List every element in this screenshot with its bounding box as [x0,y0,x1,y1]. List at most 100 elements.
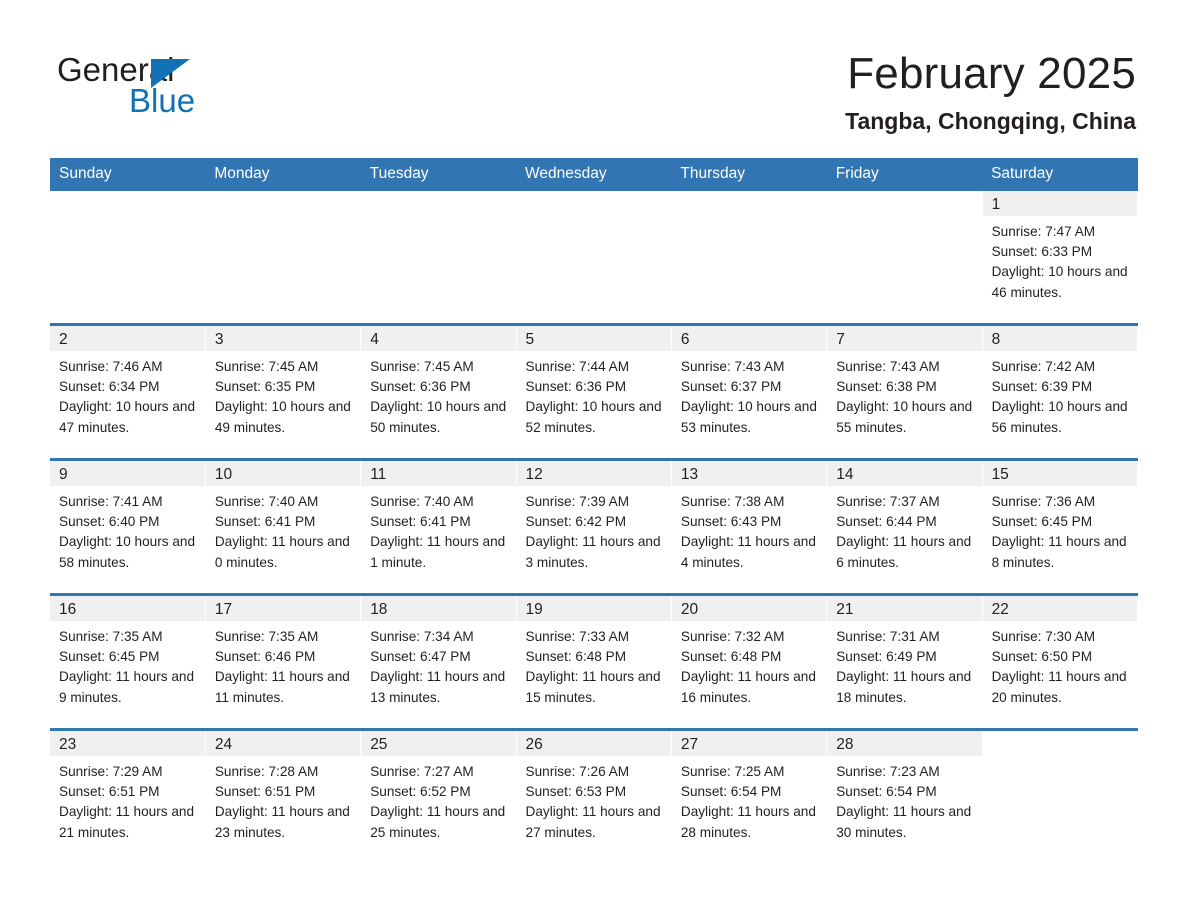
day-details: Sunrise: 7:34 AM Sunset: 6:47 PM Daylight:… [361,621,515,708]
daylight-text: Daylight: 11 hours and 28 minutes. [680,804,816,840]
sunrise-text: Sunrise: 7:31 AM [836,629,940,644]
calendar-week-row: 23 Sunrise: 7:29 AM Sunset: 6:51 PM Dayligh… [50,728,1139,863]
sunrise-text: Sunrise: 7:37 AM [836,494,940,509]
sunset-text: Sunset: 6:46 PM [214,649,316,665]
calendar-day-cell[interactable]: 22 Sunrise: 7:30 AM Sunset: 6:50 PM Dayligh… [982,593,1139,730]
day-details: Sunrise: 7:41 AM Sunset: 6:40 PM Daylight:… [50,486,204,573]
daylight-text: Daylight: 11 hours and 21 minutes. [59,804,195,840]
daylight-text: Daylight: 11 hours and 18 minutes. [836,669,972,705]
sunrise-text: Sunrise: 7:29 AM [59,764,163,779]
day-number: 7 [827,327,982,351]
day-number: 1 [982,191,1137,216]
sunset-text: Sunset: 6:36 PM [370,379,471,395]
calendar-cell-empty [50,191,206,325]
sunset-text: Sunset: 6:50 PM [991,649,1093,665]
day-details: Sunrise: 7:26 AM Sunset: 6:53 PM Daylight:… [517,756,671,843]
calendar-day-cell[interactable]: 6 Sunrise: 7:43 AM Sunset: 6:37 PM Daylight… [671,323,828,460]
sunrise-text: Sunrise: 7:35 AM [214,629,319,644]
calendar-day-cell[interactable]: 16 Sunrise: 7:35 AM Sunset: 6:45 PM Dayligh… [50,593,206,730]
calendar-day-cell[interactable]: 26 Sunrise: 7:26 AM Sunset: 6:53 PM Dayligh… [516,728,672,863]
general-blue-logo[interactable]: General Blue [57,52,317,122]
calendar-day-cell[interactable]: 8 Sunrise: 7:42 AM Sunset: 6:39 PM Daylight… [982,323,1139,460]
sunset-text: Sunset: 6:40 PM [59,514,160,530]
calendar-day-cell[interactable]: 11 Sunrise: 7:40 AM Sunset: 6:41 PM Dayligh… [360,458,517,595]
sunset-text: Sunset: 6:52 PM [370,784,471,800]
sunrise-text: Sunrise: 7:45 AM [214,359,319,374]
day-details: Sunrise: 7:32 AM Sunset: 6:48 PM Daylight:… [672,621,826,708]
day-details: Sunrise: 7:30 AM Sunset: 6:50 PM Daylight:… [983,621,1137,708]
calendar-day-cell[interactable]: 27 Sunrise: 7:25 AM Sunset: 6:54 PM Dayligh… [671,728,828,863]
calendar-day-cell[interactable]: 9 Sunrise: 7:41 AM Sunset: 6:40 PM Daylight… [50,458,206,595]
calendar-day-cell[interactable]: 28 Sunrise: 7:23 AM Sunset: 6:54 PM Dayligh… [826,728,983,863]
location-subtitle: Tangba, Chongqing, China [845,108,1136,134]
day-number: 8 [982,327,1137,351]
day-number: 2 [50,327,205,351]
day-number: 5 [516,327,671,351]
sunset-text: Sunset: 6:51 PM [214,784,316,800]
sunrise-text: Sunrise: 7:38 AM [680,494,785,509]
calendar-day-cell[interactable]: 2 Sunrise: 7:46 AM Sunset: 6:34 PM Daylight… [50,323,206,460]
daylight-text: Daylight: 10 hours and 49 minutes. [214,399,351,435]
page-header: General Blue February 2025 Tangba, Chong… [0,0,1188,150]
sunset-text: Sunset: 6:45 PM [59,649,160,665]
weekday-header-tuesday: Tuesday [360,158,517,191]
calendar-day-cell[interactable]: 14 Sunrise: 7:37 AM Sunset: 6:44 PM Dayligh… [826,458,983,595]
day-details: Sunrise: 7:45 AM Sunset: 6:36 PM Daylight:… [361,351,515,438]
calendar-day-cell[interactable]: 17 Sunrise: 7:35 AM Sunset: 6:46 PM Dayligh… [205,593,362,730]
daylight-text: Daylight: 11 hours and 23 minutes. [214,804,350,840]
day-number: 25 [361,732,516,756]
calendar-day-cell[interactable]: 25 Sunrise: 7:27 AM Sunset: 6:52 PM Dayligh… [360,728,517,863]
calendar-day-cell[interactable]: 10 Sunrise: 7:40 AM Sunset: 6:41 PM Dayligh… [205,458,362,595]
sunset-text: Sunset: 6:33 PM [991,244,1093,260]
calendar-day-cell[interactable]: 18 Sunrise: 7:34 AM Sunset: 6:47 PM Dayligh… [360,593,517,730]
weekday-header-friday: Friday [826,158,983,191]
sunset-text: Sunset: 6:43 PM [680,514,782,530]
calendar-day-cell[interactable]: 5 Sunrise: 7:44 AM Sunset: 6:36 PM Daylight… [516,323,672,460]
calendar-day-cell[interactable]: 21 Sunrise: 7:31 AM Sunset: 6:49 PM Dayligh… [826,593,983,730]
sunrise-text: Sunrise: 7:45 AM [370,359,474,374]
day-details: Sunrise: 7:38 AM Sunset: 6:43 PM Daylight:… [672,486,826,573]
calendar-cell-empty [671,191,828,325]
sunrise-text: Sunrise: 7:44 AM [525,359,630,374]
calendar-day-cell[interactable]: 3 Sunrise: 7:45 AM Sunset: 6:35 PM Daylight… [205,323,362,460]
calendar-day-cell[interactable]: 24 Sunrise: 7:28 AM Sunset: 6:51 PM Dayligh… [205,728,362,863]
day-details: Sunrise: 7:35 AM Sunset: 6:45 PM Daylight:… [50,621,204,708]
weekday-header-saturday: Saturday [982,158,1138,191]
calendar-week-row: 2 Sunrise: 7:46 AM Sunset: 6:34 PM Daylight… [50,323,1139,460]
sunset-text: Sunset: 6:42 PM [525,514,627,530]
day-details: Sunrise: 7:47 AM Sunset: 6:33 PM Daylight:… [983,216,1137,303]
daylight-text: Daylight: 11 hours and 8 minutes. [991,534,1127,570]
day-details: Sunrise: 7:42 AM Sunset: 6:39 PM Daylight:… [983,351,1137,438]
calendar-day-cell[interactable]: 4 Sunrise: 7:45 AM Sunset: 6:36 PM Daylight… [360,323,517,460]
calendar-day-cell[interactable]: 13 Sunrise: 7:38 AM Sunset: 6:43 PM Dayligh… [671,458,828,595]
day-number: 12 [516,462,671,486]
calendar-page: General Blue February 2025 Tangba, Chong… [0,0,1188,918]
day-number: 13 [671,462,826,486]
sunset-text: Sunset: 6:48 PM [525,649,627,665]
sunset-text: Sunset: 6:41 PM [370,514,471,530]
sunset-text: Sunset: 6:37 PM [680,379,782,395]
day-details: Sunrise: 7:46 AM Sunset: 6:34 PM Daylight:… [50,351,204,438]
calendar-day-cell[interactable]: 20 Sunrise: 7:32 AM Sunset: 6:48 PM Dayligh… [671,593,828,730]
calendar-day-cell[interactable]: 23 Sunrise: 7:29 AM Sunset: 6:51 PM Dayligh… [50,728,206,863]
calendar-body: 1 Sunrise: 7:47 AM Sunset: 6:33 PM Daylight… [50,191,1139,863]
daylight-text: Daylight: 10 hours and 47 minutes. [59,399,196,435]
daylight-text: Daylight: 11 hours and 30 minutes. [836,804,972,840]
calendar-day-cell[interactable]: 12 Sunrise: 7:39 AM Sunset: 6:42 PM Dayligh… [516,458,672,595]
day-number: 6 [671,327,826,351]
sunrise-text: Sunrise: 7:46 AM [59,359,163,374]
daylight-text: Daylight: 10 hours and 58 minutes. [59,534,196,570]
daylight-text: Daylight: 10 hours and 56 minutes. [991,399,1128,435]
calendar-day-cell[interactable]: 7 Sunrise: 7:43 AM Sunset: 6:38 PM Daylight… [826,323,983,460]
sunset-text: Sunset: 6:54 PM [680,784,782,800]
calendar-cell-empty [516,191,672,325]
day-number: 27 [671,732,826,756]
calendar-cell-empty [826,191,983,325]
calendar-day-cell[interactable]: 15 Sunrise: 7:36 AM Sunset: 6:45 PM Dayligh… [982,458,1139,595]
day-number: 24 [205,732,360,756]
sunrise-text: Sunrise: 7:25 AM [680,764,785,779]
calendar-day-cell[interactable]: 1 Sunrise: 7:47 AM Sunset: 6:33 PM Daylight… [982,191,1139,325]
calendar-day-cell[interactable]: 19 Sunrise: 7:33 AM Sunset: 6:48 PM Dayligh… [516,593,672,730]
day-number: 22 [982,597,1137,621]
sunrise-text: Sunrise: 7:28 AM [214,764,319,779]
